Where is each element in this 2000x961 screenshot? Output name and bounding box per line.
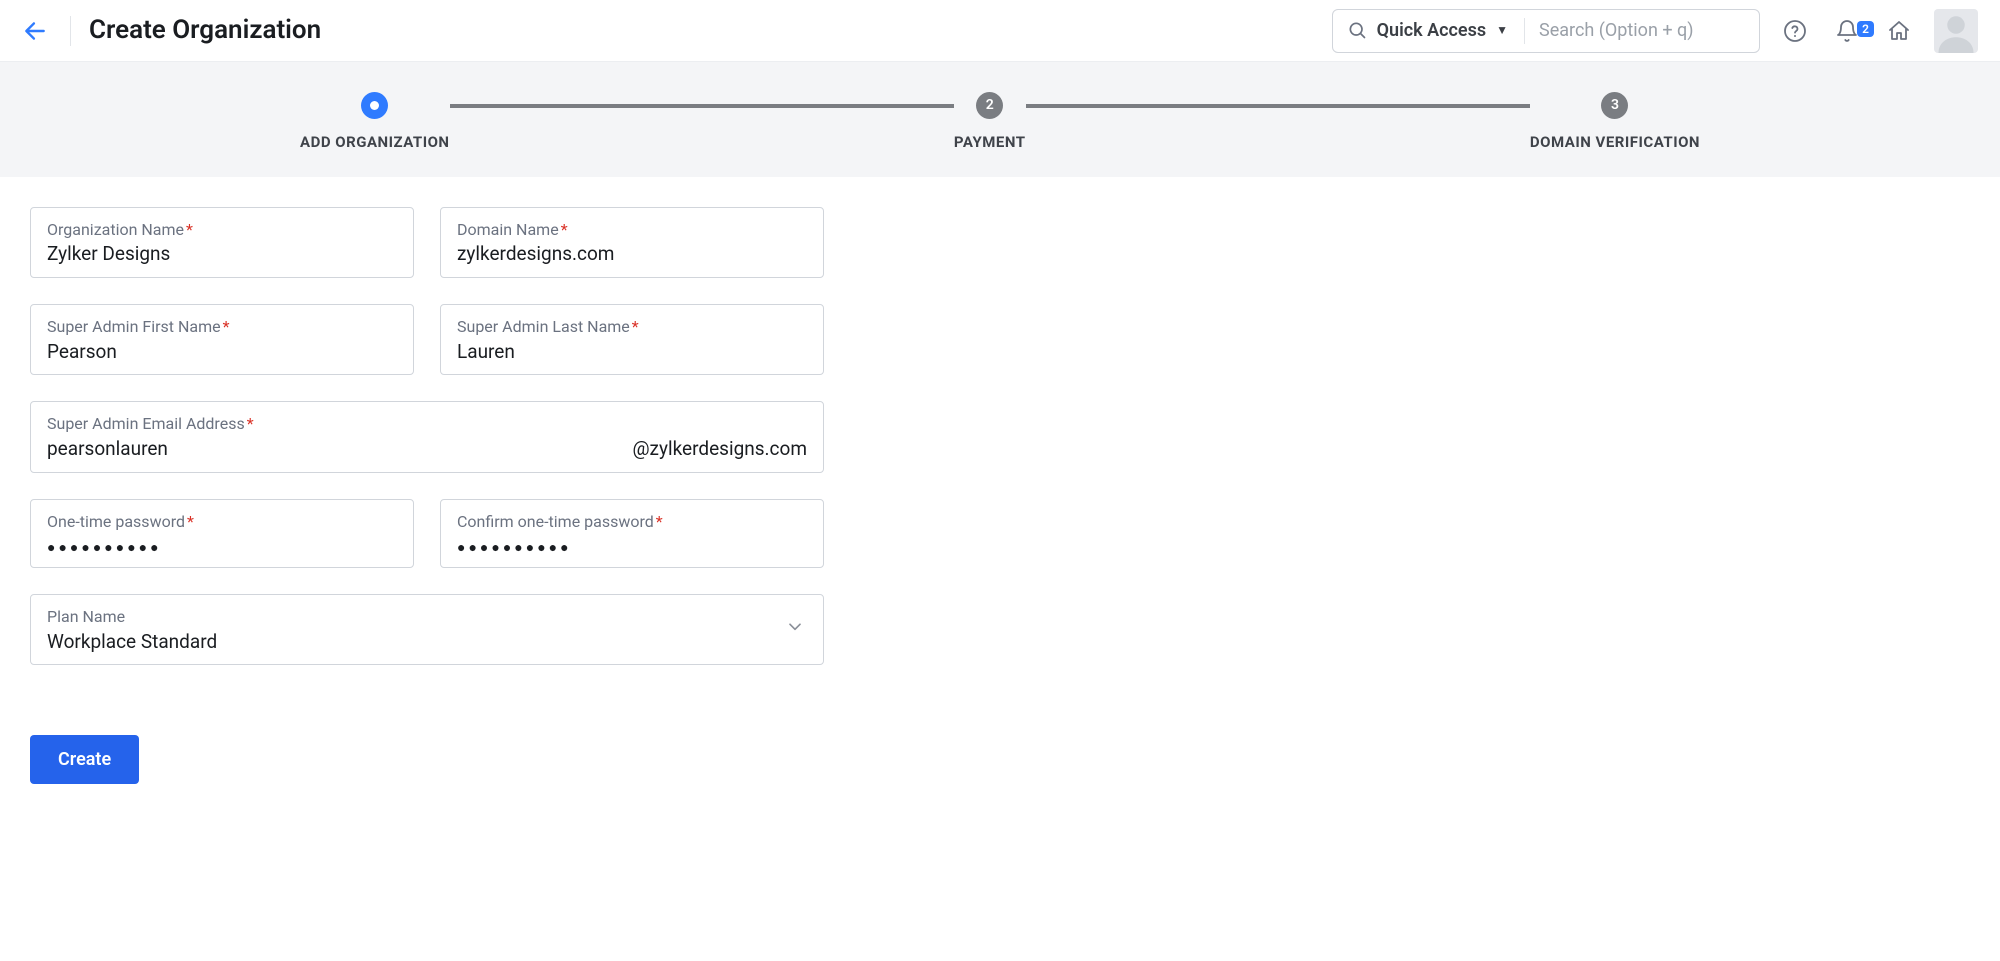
confirm-otp-field[interactable]: Confirm one-time password* ●●●●●●●●●● bbox=[440, 499, 824, 568]
first-name-value: Pearson bbox=[47, 340, 397, 365]
required-mark: * bbox=[186, 220, 193, 239]
topbar: Create Organization Quick Access ▼ 2 bbox=[0, 0, 2000, 62]
otp-field[interactable]: One-time password* ●●●●●●●●●● bbox=[30, 499, 414, 568]
step-label-2: PAYMENT bbox=[954, 133, 1026, 153]
avatar-placeholder-icon bbox=[1935, 11, 1977, 53]
required-mark: * bbox=[187, 512, 194, 531]
home-icon bbox=[1887, 19, 1911, 43]
domain-name-label: Domain Name bbox=[457, 220, 559, 239]
last-name-value: Lauren bbox=[457, 340, 807, 365]
org-name-value: Zylker Designs bbox=[47, 242, 397, 267]
last-name-label: Super Admin Last Name bbox=[457, 317, 630, 336]
org-name-label: Organization Name bbox=[47, 220, 184, 239]
quick-access-dropdown[interactable]: Quick Access ▼ bbox=[1333, 19, 1522, 42]
notification-badge: 2 bbox=[1857, 21, 1874, 37]
back-arrow-icon bbox=[22, 18, 48, 44]
step-line bbox=[1026, 104, 1530, 108]
help-button[interactable] bbox=[1778, 14, 1812, 48]
email-field[interactable]: Super Admin Email Address* pearsonlauren… bbox=[30, 401, 824, 472]
plan-value: Workplace Standard bbox=[47, 630, 807, 655]
domain-name-field[interactable]: Domain Name* zylkerdesigns.com bbox=[440, 207, 824, 278]
step-payment: 2 PAYMENT bbox=[954, 92, 1026, 153]
step-dot-2: 2 bbox=[976, 92, 1003, 119]
help-icon bbox=[1783, 19, 1807, 43]
create-button[interactable]: Create bbox=[30, 735, 139, 784]
search-icon bbox=[1347, 20, 1367, 40]
quick-access-label: Quick Access bbox=[1377, 19, 1486, 42]
confirm-otp-value: ●●●●●●●●●● bbox=[457, 539, 807, 557]
org-name-field[interactable]: Organization Name* Zylker Designs bbox=[30, 207, 414, 278]
step-dot-3: 3 bbox=[1601, 92, 1628, 119]
caret-down-icon: ▼ bbox=[1496, 23, 1508, 39]
plan-name-select[interactable]: Plan Name Workplace Standard bbox=[30, 594, 824, 665]
domain-name-value: zylkerdesigns.com bbox=[457, 242, 807, 267]
required-mark: * bbox=[656, 512, 663, 531]
first-name-label: Super Admin First Name bbox=[47, 317, 221, 336]
avatar[interactable] bbox=[1934, 9, 1978, 53]
search-bar: Quick Access ▼ bbox=[1332, 9, 1760, 53]
progress-stepper: ADD ORGANIZATION 2 PAYMENT 3 DOMAIN VERI… bbox=[0, 62, 2000, 177]
chevron-down-icon bbox=[785, 616, 805, 642]
header-separator bbox=[70, 16, 71, 46]
required-mark: * bbox=[632, 317, 639, 336]
page-title: Create Organization bbox=[89, 14, 321, 48]
step-label-3: DOMAIN VERIFICATION bbox=[1530, 133, 1700, 153]
search-separator bbox=[1524, 18, 1525, 44]
step-domain-verification: 3 DOMAIN VERIFICATION bbox=[1530, 92, 1700, 153]
last-name-field[interactable]: Super Admin Last Name* Lauren bbox=[440, 304, 824, 375]
required-mark: * bbox=[561, 220, 568, 239]
form-area: Organization Name* Zylker Designs Domain… bbox=[0, 177, 2000, 835]
back-button[interactable] bbox=[18, 14, 52, 48]
home-button[interactable] bbox=[1882, 14, 1916, 48]
first-name-field[interactable]: Super Admin First Name* Pearson bbox=[30, 304, 414, 375]
step-line bbox=[450, 104, 954, 108]
required-mark: * bbox=[247, 414, 254, 433]
otp-label: One-time password bbox=[47, 512, 185, 531]
step-add-organization: ADD ORGANIZATION bbox=[300, 92, 450, 153]
step-dot-1 bbox=[361, 92, 388, 119]
bell-icon bbox=[1835, 19, 1859, 43]
email-domain-suffix: @zylkerdesigns.com bbox=[632, 437, 807, 462]
step-label-1: ADD ORGANIZATION bbox=[300, 133, 450, 153]
plan-label: Plan Name bbox=[47, 607, 807, 628]
notifications-button[interactable]: 2 bbox=[1830, 14, 1864, 48]
required-mark: * bbox=[223, 317, 230, 336]
confirm-otp-label: Confirm one-time password bbox=[457, 512, 654, 531]
search-input[interactable] bbox=[1529, 20, 1759, 41]
email-local-value: pearsonlauren bbox=[47, 437, 168, 462]
otp-value: ●●●●●●●●●● bbox=[47, 539, 397, 557]
email-label: Super Admin Email Address bbox=[47, 414, 245, 433]
